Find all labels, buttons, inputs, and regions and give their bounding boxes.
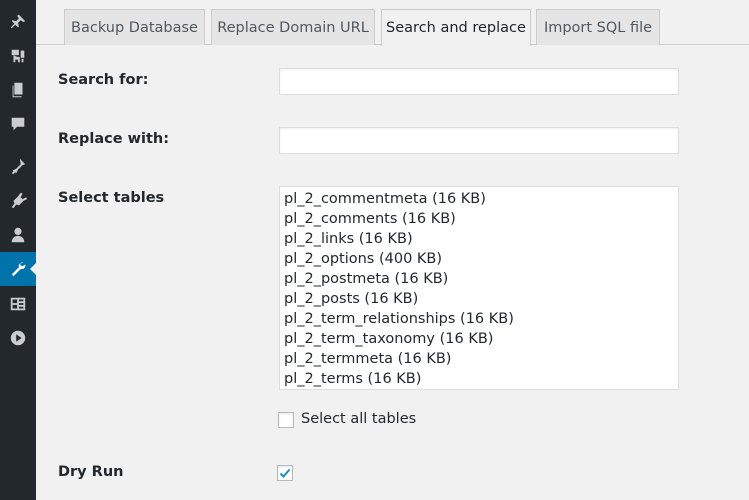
table-option[interactable]: pl_2_termmeta (16 KB) <box>284 349 678 369</box>
table-option[interactable]: pl_2_commentmeta (16 KB) <box>284 189 678 209</box>
dry-run-checkbox[interactable] <box>277 465 293 481</box>
tab-backup-database[interactable]: Backup Database <box>64 9 205 45</box>
comments-icon[interactable] <box>0 107 36 141</box>
search-label: Search for: <box>58 72 149 88</box>
table-option[interactable]: pl_2_options (400 KB) <box>284 249 678 269</box>
search-input[interactable] <box>279 68 679 95</box>
table-option[interactable]: pl_2_posts (16 KB) <box>284 289 678 309</box>
table-option[interactable]: pl_2_links (16 KB) <box>284 229 678 249</box>
play-icon[interactable] <box>0 321 36 355</box>
table-option[interactable]: pl_2_term_taxonomy (16 KB) <box>284 329 678 349</box>
checkmark-icon <box>279 468 291 478</box>
replace-label: Replace with: <box>58 131 170 147</box>
pages-icon[interactable] <box>0 73 36 107</box>
dry-run-label: Dry Run <box>58 464 124 480</box>
table-option[interactable]: pl_2_term_relationships (16 KB) <box>284 309 678 329</box>
tab-bar: Backup Database Replace Domain URL Searc… <box>36 0 749 46</box>
tools-icon[interactable] <box>0 252 36 286</box>
admin-sidebar <box>0 0 36 500</box>
media-icon[interactable] <box>0 39 36 73</box>
replace-input[interactable] <box>279 127 679 154</box>
select-all-checkbox[interactable] <box>278 412 294 428</box>
pin-icon[interactable] <box>0 5 36 39</box>
tab-import-sql-file[interactable]: Import SQL file <box>536 9 660 45</box>
tables-listbox[interactable]: pl_2_commentmeta (16 KB) pl_2_comments (… <box>279 186 679 390</box>
plugins-icon[interactable] <box>0 183 36 217</box>
appearance-icon[interactable] <box>0 149 36 183</box>
tab-replace-domain-url[interactable]: Replace Domain URL <box>211 9 375 45</box>
select-all-label[interactable]: Select all tables <box>301 411 416 427</box>
table-option[interactable]: pl_2_postmeta (16 KB) <box>284 269 678 289</box>
select-tables-label: Select tables <box>58 190 165 206</box>
settings-icon[interactable] <box>0 287 36 321</box>
table-option[interactable]: pl_2_terms (16 KB) <box>284 369 678 389</box>
table-option[interactable]: pl_2_comments (16 KB) <box>284 209 678 229</box>
users-icon[interactable] <box>0 218 36 252</box>
tab-search-and-replace[interactable]: Search and replace <box>381 9 531 46</box>
